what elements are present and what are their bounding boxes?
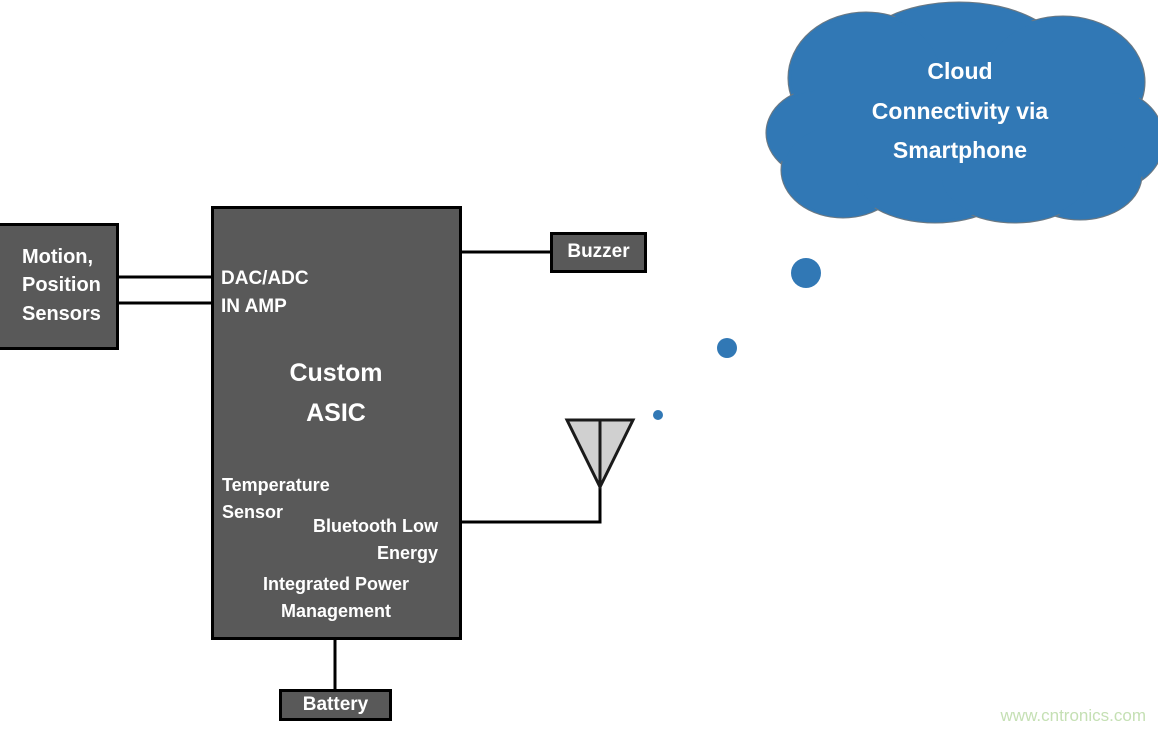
battery-block-label: Battery bbox=[302, 694, 369, 715]
sensors-block-label: Motion, Position Sensors bbox=[22, 246, 101, 325]
signal-dots bbox=[653, 258, 821, 420]
watermark-text: www.cntronics.com bbox=[1000, 706, 1146, 725]
asic-dac-adc-label: DAC/ADC IN AMP bbox=[221, 268, 309, 317]
signal-dot-medium bbox=[717, 338, 737, 358]
diagram-canvas: Motion, Position Sensors DAC/ADC IN AMP … bbox=[0, 0, 1158, 735]
signal-dot-small bbox=[653, 410, 663, 420]
buzzer-block-label: Buzzer bbox=[567, 241, 630, 262]
cloud-label: Cloud Connectivity via Smartphone bbox=[871, 58, 1049, 164]
antenna-symbol bbox=[564, 418, 636, 491]
signal-dot-large bbox=[791, 258, 821, 288]
asic-bluetooth-low-energy-label: Bluetooth Low Energy bbox=[313, 516, 438, 563]
asic-integrated-power-management-label: Integrated Power Management bbox=[262, 574, 410, 621]
asic-to-antenna-line bbox=[460, 487, 602, 524]
asic-title-label: Custom ASIC bbox=[289, 359, 383, 427]
